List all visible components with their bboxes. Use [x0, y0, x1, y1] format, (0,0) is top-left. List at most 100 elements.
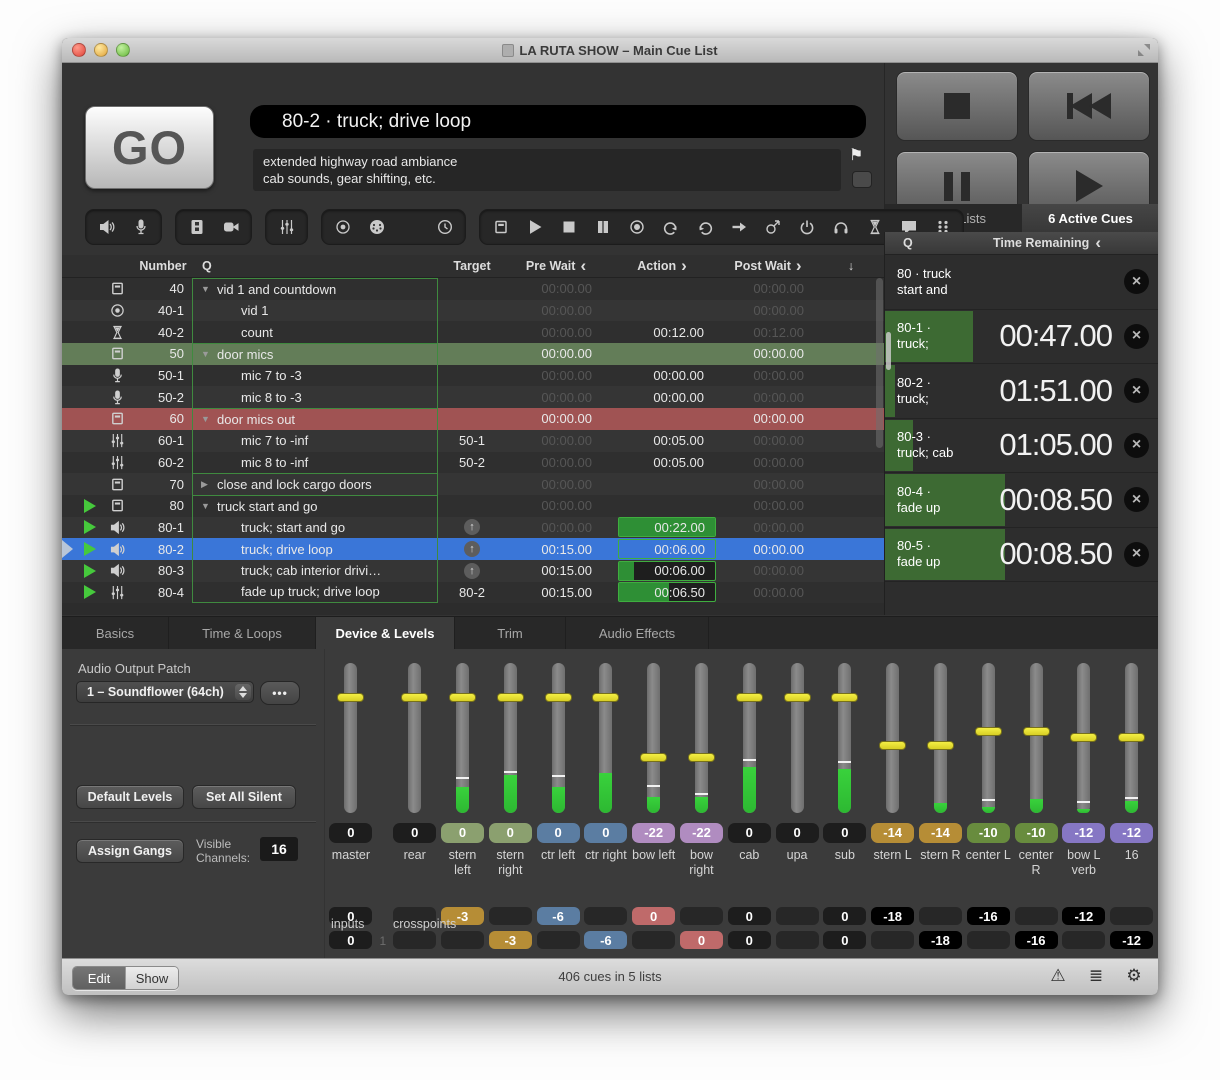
crosspoint-1-ctr-left[interactable]: -6 [537, 907, 580, 925]
pre-wait-value[interactable]: 00:15.00 [506, 563, 606, 578]
tab-active-cues[interactable]: 6 Active Cues [1022, 204, 1158, 232]
goto-cue-icon[interactable] [730, 218, 747, 235]
fader-track[interactable] [934, 663, 947, 813]
cue-row[interactable]: 80-2truck; drive loop↑00:15.0000:06.0000… [62, 538, 884, 560]
devamp-cue-icon[interactable] [696, 218, 713, 235]
channel-level-value[interactable]: -10 [967, 823, 1010, 843]
pre-wait-value[interactable]: 00:00.00 [506, 477, 606, 492]
action-cell[interactable]: 00:05.00 [606, 455, 718, 470]
fader-knob[interactable] [927, 741, 954, 750]
post-wait-value[interactable]: 00:00.00 [718, 585, 818, 600]
action-cell[interactable]: 00:22.00 [606, 516, 718, 538]
crosspoint-1-bow-right[interactable] [680, 907, 723, 925]
cancel-cue-button[interactable]: × [1124, 542, 1149, 567]
post-wait-value[interactable]: 00:12.00 [718, 325, 818, 340]
pre-wait-value[interactable]: 00:00.00 [506, 368, 606, 383]
channel-level-value[interactable]: 0 [441, 823, 484, 843]
cue-name-cell[interactable]: vid 1 [192, 300, 438, 322]
cue-name-cell[interactable]: truck; start and go [192, 517, 438, 539]
cue-number[interactable]: 40 [134, 281, 192, 296]
fader-track[interactable] [504, 663, 517, 813]
cue-name-cell[interactable]: ▼door mics out [192, 408, 438, 430]
post-wait-value[interactable]: 00:00.00 [718, 281, 818, 296]
set-all-silent-button[interactable]: Set All Silent [192, 785, 296, 809]
crosspoint-1-stern-R[interactable] [919, 907, 962, 925]
crosspoint-2-center-R[interactable]: -16 [1015, 931, 1058, 949]
disclosure-icon[interactable]: ▼ [201, 414, 211, 424]
crosspoint-2-bow-right[interactable]: 0 [680, 931, 723, 949]
disarm-cue-icon[interactable] [832, 218, 849, 235]
cue-target-cell[interactable]: ↑ [438, 519, 506, 535]
channel-level-value[interactable]: 0 [329, 823, 372, 843]
channel-level-value[interactable]: -12 [1110, 823, 1153, 843]
fader-track[interactable] [344, 663, 357, 813]
action-progress-box[interactable]: 00:06.00 [618, 561, 716, 581]
inspector-tab-basics[interactable]: Basics [62, 617, 169, 650]
fader-track[interactable] [599, 663, 612, 813]
cue-row[interactable]: 50-2mic 8 to -300:00.0000:00.0000:00.00 [62, 386, 884, 408]
post-wait-value[interactable]: 00:00.00 [718, 477, 818, 492]
video-cue-icon[interactable] [188, 218, 205, 235]
audio-cue-icon[interactable] [98, 218, 115, 235]
cue-name-cell[interactable]: fade up truck; drive loop [192, 582, 438, 604]
group-cue-icon[interactable] [492, 218, 509, 235]
post-wait-value[interactable]: 00:00.00 [718, 303, 818, 318]
rewind-button[interactable] [1028, 71, 1150, 141]
pre-wait-value[interactable]: 00:00.00 [506, 390, 606, 405]
cue-number[interactable]: 60 [134, 411, 192, 426]
channel-level-value[interactable]: 0 [776, 823, 819, 843]
cue-target-cell[interactable]: ↑ [438, 563, 506, 579]
cue-row[interactable]: 80-3truck; cab interior drivi…↑00:15.000… [62, 560, 884, 582]
start-cue-icon[interactable] [526, 218, 543, 235]
fader-knob[interactable] [784, 693, 811, 702]
action-cell[interactable]: 00:05.00 [606, 433, 718, 448]
mic-cue-icon[interactable] [132, 218, 149, 235]
channel-level-value[interactable]: 0 [489, 823, 532, 843]
action-cell[interactable]: 00:06.50 [606, 581, 718, 603]
cue-name-cell[interactable]: ▼truck start and go [192, 495, 438, 517]
cue-target-cell[interactable]: ↑ [438, 541, 506, 557]
fader-knob[interactable] [1118, 733, 1145, 742]
fader-knob[interactable] [688, 753, 715, 762]
crosspoint-1-stern-L[interactable]: -18 [871, 907, 914, 925]
action-cell[interactable]: 00:06.00 [606, 538, 718, 560]
crosspoint-2-rear[interactable] [393, 931, 436, 949]
warnings-icon[interactable]: ⚠ [1048, 966, 1068, 986]
cue-name-cell[interactable]: count [192, 321, 438, 343]
pre-wait-value[interactable]: 00:00.00 [506, 455, 606, 470]
channel-level-value[interactable]: -14 [871, 823, 914, 843]
channel-level-value[interactable]: 0 [584, 823, 627, 843]
cue-name-cell[interactable]: mic 8 to -3 [192, 386, 438, 408]
stop-all-button[interactable] [896, 71, 1018, 141]
cue-row[interactable]: 70▶close and lock cargo doors00:00.0000:… [62, 473, 884, 495]
music-cue-icon[interactable] [402, 218, 419, 235]
fader-track[interactable] [743, 663, 756, 813]
crosspoint-1-bow-left[interactable]: 0 [632, 907, 675, 925]
channel-level-value[interactable]: -12 [1062, 823, 1105, 843]
channel-level-value[interactable]: -10 [1015, 823, 1058, 843]
fader-track[interactable] [1030, 663, 1043, 813]
fader-knob[interactable] [831, 693, 858, 702]
crosspoint-2-ctr-left[interactable] [537, 931, 580, 949]
post-wait-value[interactable]: 00:00.00 [718, 390, 818, 405]
cue-name-cell[interactable]: ▼door mics [192, 343, 438, 365]
fader-track[interactable] [456, 663, 469, 813]
inspector-tab-time-loops[interactable]: Time & Loops [169, 617, 316, 650]
cue-number[interactable]: 80-3 [134, 563, 192, 578]
channel-level-value[interactable]: 0 [393, 823, 436, 843]
crosspoint-1-upa[interactable] [776, 907, 819, 925]
cancel-cue-button[interactable]: × [1124, 269, 1149, 294]
crosspoint-2-stern-right[interactable]: -3 [489, 931, 532, 949]
pre-wait-value[interactable]: 00:00.00 [506, 520, 606, 535]
cue-row[interactable]: 40-1vid 100:00.0000:00.00 [62, 300, 884, 322]
cue-target-cell[interactable]: 80-2 [438, 585, 506, 600]
active-col-time-remaining[interactable]: Time Remaining‹ [993, 236, 1101, 250]
fader-knob[interactable] [640, 753, 667, 762]
pre-wait-value[interactable]: 00:00.00 [506, 498, 606, 513]
crosspoint-2-master[interactable]: 0 [329, 931, 372, 949]
stop-cue-icon[interactable] [560, 218, 577, 235]
crosspoint-2-cab[interactable]: 0 [728, 931, 771, 949]
post-wait-value[interactable]: 00:00.00 [718, 542, 818, 557]
wait-cue-icon[interactable] [866, 218, 883, 235]
cue-number[interactable]: 60-1 [134, 433, 192, 448]
